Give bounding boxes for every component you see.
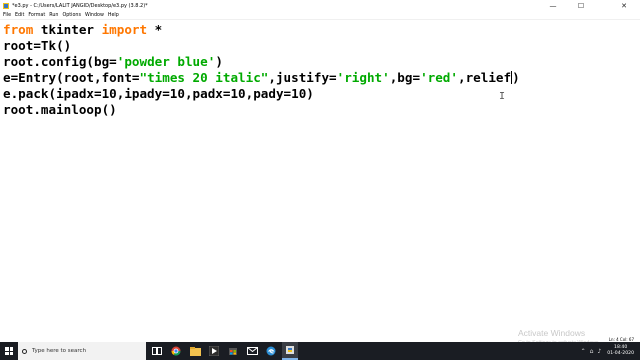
- keyword-import: import: [101, 22, 148, 37]
- menu-edit[interactable]: Edit: [15, 13, 24, 18]
- code-text: ): [215, 54, 223, 69]
- mail-icon[interactable]: [244, 342, 260, 360]
- menu-bar: File Edit Format Run Options Window Help: [0, 11, 640, 19]
- keyword-from: from: [3, 22, 34, 37]
- code-line-2: root=Tk(): [3, 38, 72, 53]
- edge-icon[interactable]: [263, 342, 279, 360]
- code-text: ,relief: [457, 70, 512, 85]
- file-explorer-icon[interactable]: [187, 342, 203, 360]
- python-taskbar-icon[interactable]: [282, 342, 298, 360]
- string-literal: 'powder blue': [116, 54, 216, 69]
- code-line-1: from tkinter import *: [3, 22, 162, 38]
- code-text: root.config(bg=: [3, 54, 117, 69]
- ibeam-cursor-icon: I: [499, 91, 506, 102]
- system-tray: ⌃ ⌂ ♪ 18:40 01-04-2020: [581, 342, 634, 360]
- code-editor[interactable]: from tkinter import * root=Tk() root.con…: [0, 19, 640, 346]
- close-button[interactable]: ✕: [612, 0, 636, 11]
- code-text: *: [147, 22, 163, 37]
- menu-format[interactable]: Format: [28, 13, 45, 18]
- menu-window[interactable]: Window: [85, 13, 104, 18]
- code-line-6: root.mainloop(): [3, 102, 117, 117]
- chevron-up-icon[interactable]: ⌃: [581, 348, 586, 355]
- minimize-button[interactable]: —: [541, 0, 565, 11]
- search-placeholder: Type here to search: [32, 348, 87, 354]
- volume-icon[interactable]: ♪: [597, 348, 601, 355]
- string-literal: 'right': [336, 70, 390, 85]
- maximize-button[interactable]: ☐: [569, 0, 593, 11]
- menu-run[interactable]: Run: [49, 13, 58, 18]
- media-player-icon[interactable]: [206, 342, 222, 360]
- code-text: ,justify=: [268, 70, 337, 85]
- menu-help[interactable]: Help: [108, 13, 119, 18]
- window-titlebar: *e3.py - C:/Users/LALIT JANGID/Desktop/e…: [0, 0, 640, 11]
- code-text: ,bg=: [389, 70, 421, 85]
- search-icon: [22, 348, 27, 354]
- taskbar: Type here to search ⌃ ⌂ ♪ 18:40 01-04-20…: [0, 342, 640, 360]
- code-text: ): [512, 70, 520, 85]
- clock[interactable]: 18:40 01-04-2020: [607, 345, 634, 357]
- window-title: *e3.py - C:/Users/LALIT JANGID/Desktop/e…: [12, 2, 148, 9]
- taskbar-search[interactable]: Type here to search: [18, 342, 146, 360]
- windows-logo-icon: [5, 347, 13, 355]
- cursor-position: Ln: 4 Col: 67: [608, 336, 634, 342]
- code-line-3: root.config(bg='powder blue'): [3, 54, 223, 70]
- task-view-icon[interactable]: [149, 342, 165, 360]
- start-button[interactable]: [0, 342, 18, 360]
- code-text: tkinter: [33, 22, 102, 37]
- code-text: e=Entry(root,font=: [3, 70, 140, 85]
- string-literal: "times 20 italic": [139, 70, 269, 85]
- python-idle-icon: [3, 2, 9, 9]
- menu-file[interactable]: File: [3, 13, 11, 18]
- code-line-4: e=Entry(root,font="times 20 italic",just…: [3, 70, 520, 86]
- string-literal: 'red': [420, 70, 458, 85]
- clock-date: 01-04-2020: [607, 351, 634, 356]
- chrome-icon[interactable]: [168, 342, 184, 360]
- store-icon[interactable]: [225, 342, 241, 360]
- code-line-5: e.pack(ipadx=10,ipady=10,padx=10,pady=10…: [3, 86, 314, 101]
- network-icon[interactable]: ⌂: [590, 348, 594, 355]
- menu-options[interactable]: Options: [62, 13, 81, 18]
